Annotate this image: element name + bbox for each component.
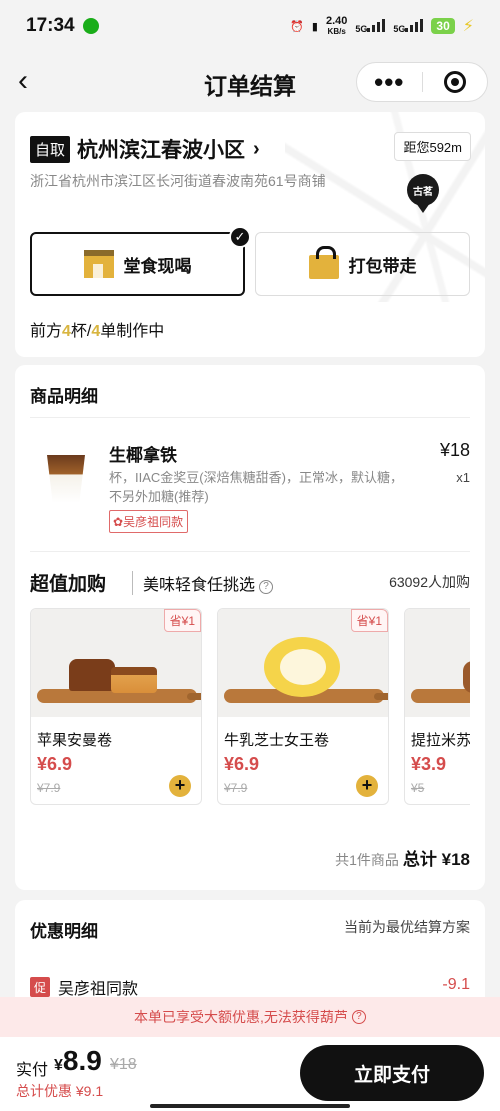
signal-5g-2: 5G [393,18,424,35]
product-name: 生椰拿铁 [109,446,177,465]
dine-in-label: 堂食现喝 [123,256,192,276]
divider [30,551,470,552]
product-image [37,445,97,505]
wechat-icon [82,18,99,34]
addon-image [405,609,470,717]
save-badge: 省¥1 [350,609,388,632]
brand-logo: 古茗 [407,174,439,206]
addon-price: ¥3.9 [411,754,447,774]
addon-tile[interactable]: 提拉米苏 ¥3.9 ¥5 [404,608,470,805]
store-card: 自取 杭州滨江春波小区 › 距您592m 浙江省杭州市滨江区长河街道春波南苑61… [15,112,485,357]
back-icon[interactable]: ‹ [18,66,46,96]
store-name: 杭州滨江春波小区 [77,139,246,162]
takeaway-label: 打包带走 [348,256,417,276]
shop-icon [83,250,114,278]
addon-count: 63092人加购 [389,574,470,590]
queue-status: 前方4杯/4单制作中 [30,323,165,340]
pickup-tag: 自取 [30,135,71,163]
order-total: 共1件商品 总计 ¥18 [335,850,470,869]
home-indicator [150,1104,350,1108]
addon-original-price: ¥7.9 [37,781,61,795]
pay-original: ¥18 [110,1056,137,1073]
divider [30,417,470,418]
discount-label: 吴彦祖同款 [58,981,139,998]
vibrate-icon: ▮ [311,20,318,33]
signal-5g-1: 5G [355,18,386,35]
chevron-right-icon: › [253,137,260,160]
addon-name: 苹果安曼卷 [37,732,113,749]
distance-badge: 距您592m [394,132,471,161]
addon-original-price: ¥7.9 [224,781,248,795]
addon-title: 超值加购 [30,574,107,595]
alarm-icon: ⏰ [290,20,304,33]
notice-banner: 本单已享受大额优惠,无法获得葫芦? [0,997,500,1037]
pay-button[interactable]: 立即支付 [300,1045,484,1101]
discount-row: 促 吴彦祖同款 [30,975,138,999]
addon-list[interactable]: 省¥1 苹果安曼卷 ¥6.9 ¥7.9 + 省¥1 牛乳芝士女王卷 ¥6.9 ¥… [30,608,470,808]
addon-tile[interactable]: 省¥1 苹果安曼卷 ¥6.9 ¥7.9 + [30,608,202,805]
discount-amount: -9.1 [442,976,470,993]
discount-note: 当前为最优结算方案 [344,919,470,935]
goods-card: 商品明细 生椰拿铁 杯，IIAC金奖豆(深焙焦糖甜香)，正常冰，默认糖，不另外加… [15,365,485,890]
battery-icon: 30 [431,18,455,34]
miniapp-capsule: ••• [356,62,488,102]
checkmark-icon: ✓ [229,226,251,248]
status-bar: 17:34 ⏰ ▮ 2.40 KB/s 5G 5G 30 ⚡ [0,0,500,52]
pay-label: 实付 [16,1062,49,1079]
product-price: ¥18 [439,440,470,460]
product-desc: 杯，IIAC金奖豆(深焙焦糖甜香)，正常冰，默认糖，不另外加糖(推荐) [109,470,403,504]
store-selector[interactable]: 自取 杭州滨江春波小区 › [30,134,260,164]
help-icon[interactable]: ? [259,580,274,594]
pay-bar: 实付 ¥8.9 ¥18 总计优惠 ¥9.1 立即支付 [0,1037,500,1111]
product-qty: x1 [456,470,470,485]
addon-price: ¥6.9 [37,754,73,774]
discount-section-title: 优惠明细 [30,922,98,941]
pay-total-discount: 总计优惠 ¥9.1 [16,1083,104,1099]
net-speed: 2.40 KB/s [325,14,348,36]
takeaway-option[interactable]: 打包带走 [255,232,470,296]
pay-amount: ¥8.9 [54,1045,102,1076]
close-miniapp-icon[interactable] [423,71,488,93]
addon-price: ¥6.9 [224,754,260,774]
addon-tile[interactable]: 省¥1 牛乳芝士女王卷 ¥6.9 ¥7.9 + [217,608,389,805]
promo-badge: 促 [30,977,50,997]
nav-bar: ‹ 订单结算 ••• [0,56,500,112]
save-badge: 省¥1 [163,609,201,632]
bag-icon [308,246,339,279]
dine-in-option[interactable]: 堂食现喝 ✓ [30,226,251,296]
more-icon[interactable]: ••• [357,69,422,95]
addon-subtitle: 美味轻食任挑选? [132,571,274,595]
help-icon[interactable]: ? [351,1010,366,1024]
addon-name: 提拉米苏 [411,732,470,749]
goods-section-title: 商品明细 [30,387,98,406]
status-right: ⏰ ▮ 2.40 KB/s 5G 5G 30 ⚡ [290,14,474,37]
status-time: 17:34 [26,15,75,36]
add-icon[interactable]: + [356,775,378,797]
product-tag: ✿吴彦祖同款 [109,510,189,533]
store-address: 浙江省杭州市滨江区长河街道春波南苑61号商铺 [30,173,326,189]
addon-name: 牛乳芝士女王卷 [224,732,330,749]
add-icon[interactable]: + [169,775,191,797]
addon-original-price: ¥5 [411,781,425,795]
tag-icon: ✿ [113,515,124,529]
map-pin-icon: 古茗 [407,174,439,216]
charging-icon: ⚡ [462,18,474,35]
